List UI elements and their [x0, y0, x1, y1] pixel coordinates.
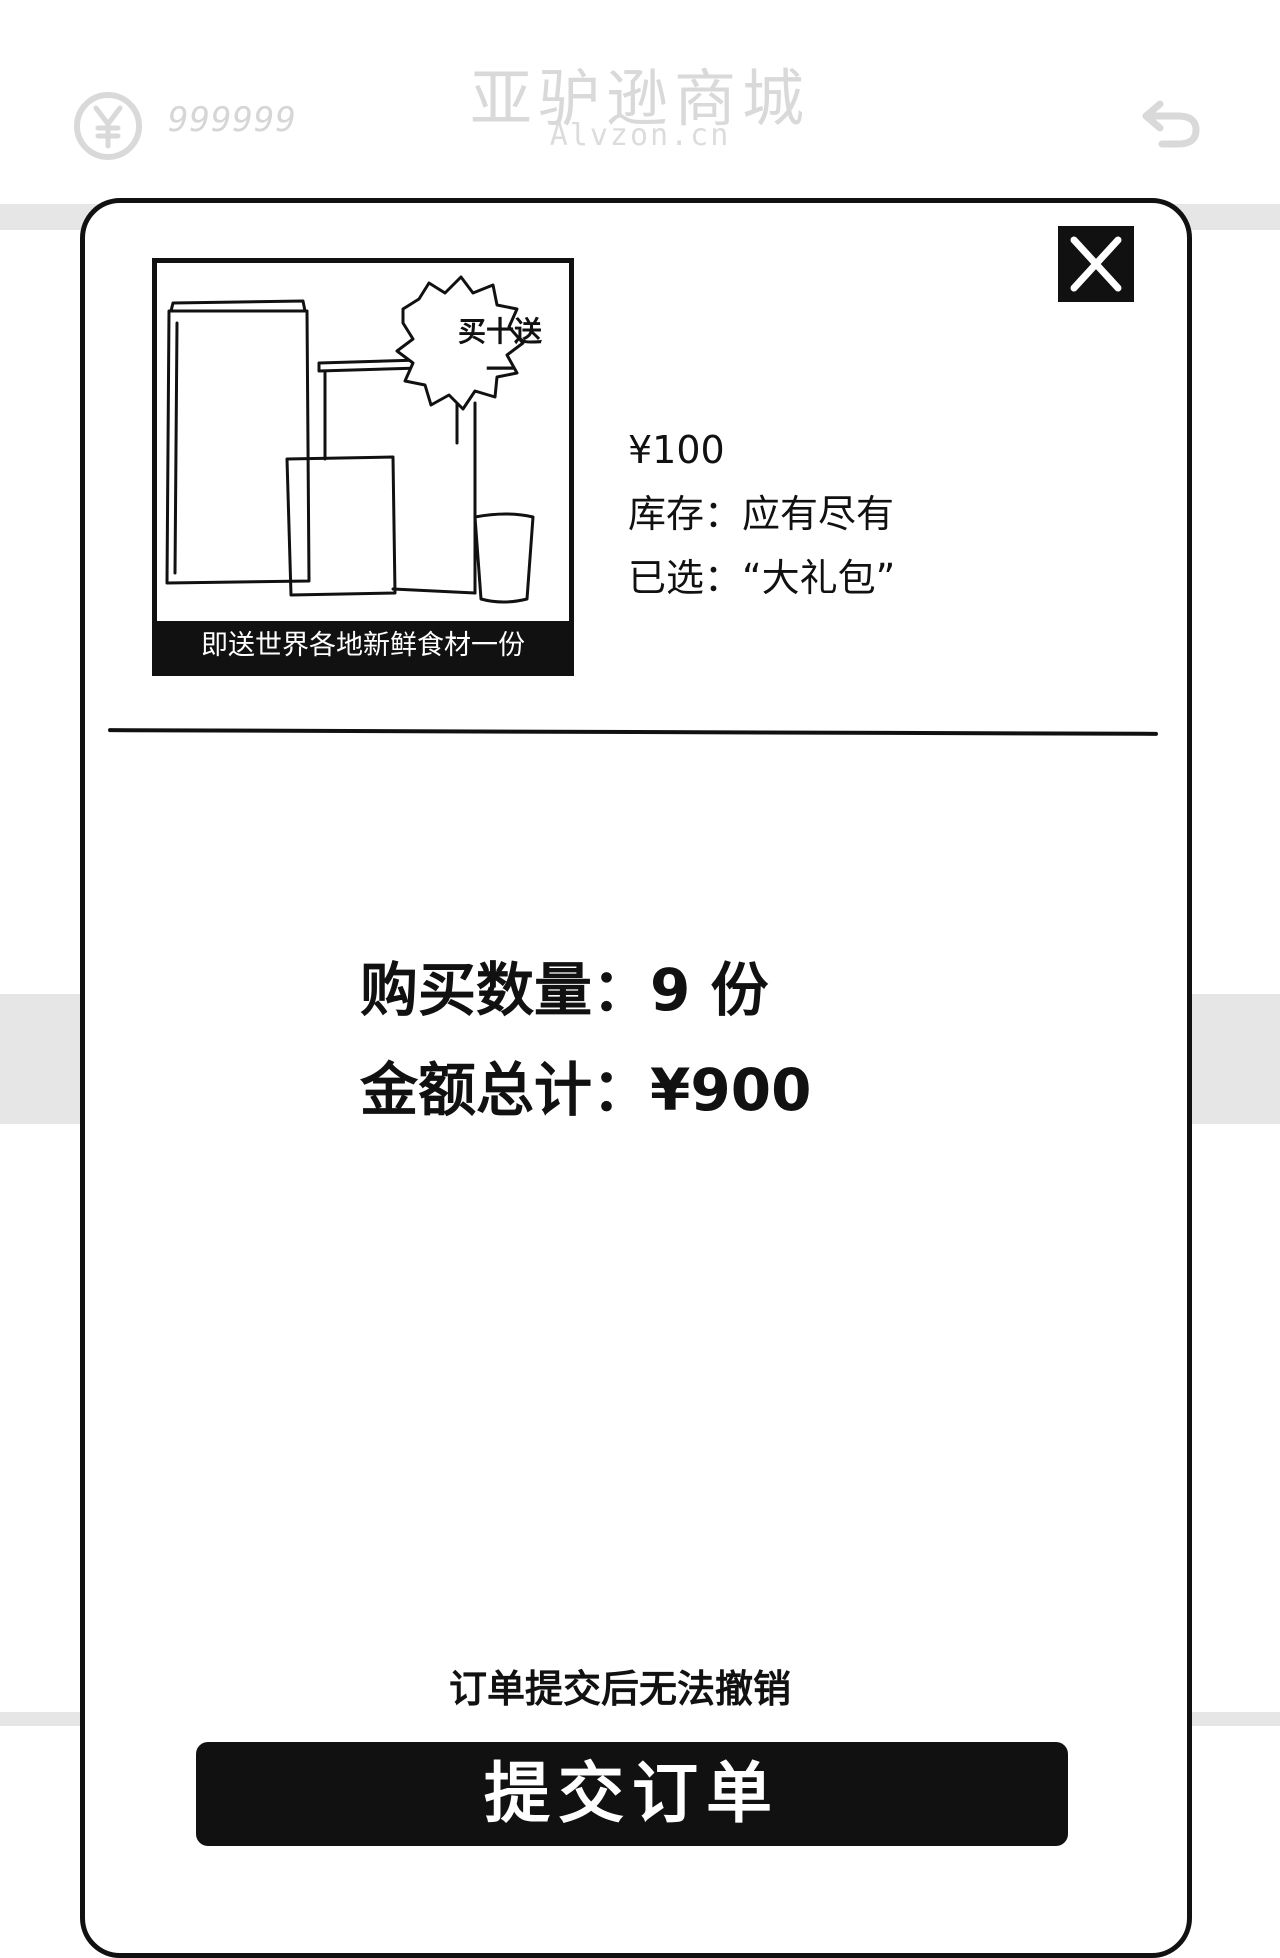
- submit-order-button[interactable]: 提交订单: [196, 1742, 1068, 1846]
- close-button[interactable]: [1058, 226, 1134, 302]
- product-selected-option: 已选：“大礼包”: [628, 556, 896, 600]
- product-image: 买十送一 即送世界各地新鲜食材一份: [152, 258, 574, 676]
- product-info: ¥100 库存：应有尽有 已选：“大礼包”: [628, 418, 895, 610]
- close-x-icon: [1070, 236, 1122, 292]
- yen-coin-icon: [72, 90, 144, 162]
- total-amount: 金额总计：¥900: [360, 1056, 812, 1124]
- promo-badge-text: 买十送一: [457, 315, 542, 386]
- product-price: ¥100: [628, 428, 725, 472]
- store-header: 999999 亚驴逊商城 Alvzon.cn: [0, 0, 1280, 190]
- purchase-quantity: 购买数量：9 份: [360, 956, 769, 1024]
- order-warning: 订单提交后无法撤销: [448, 1667, 791, 1711]
- product-caption: 即送世界各地新鲜食材一份: [157, 621, 569, 671]
- coin-balance: 999999: [168, 100, 297, 140]
- store-domain: Alvzon.cn: [549, 118, 731, 153]
- back-arrow-icon[interactable]: [1138, 96, 1202, 152]
- product-stock: 库存：应有尽有: [628, 492, 895, 536]
- order-summary: 购买数量：9 份 金额总计：¥900: [360, 940, 811, 1140]
